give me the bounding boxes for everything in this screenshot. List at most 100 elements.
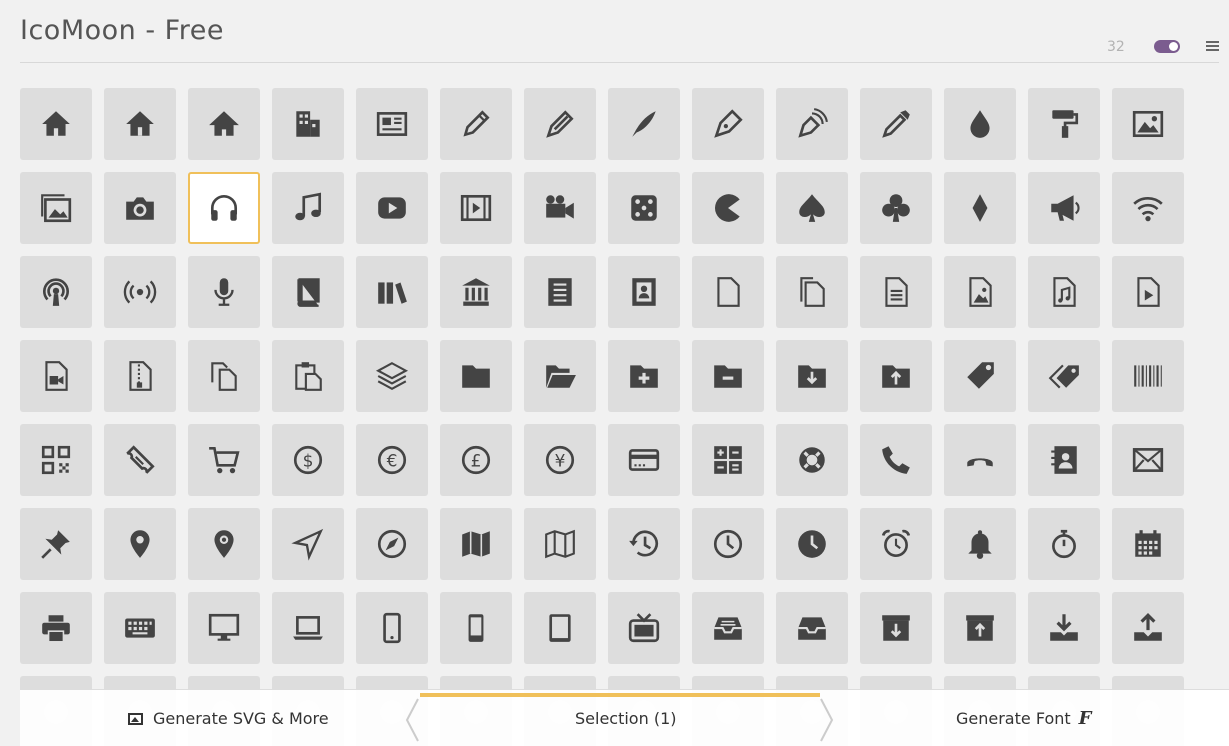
- icon-tile-cart[interactable]: [188, 424, 260, 496]
- icon-tile-eyedropper[interactable]: [860, 88, 932, 160]
- icon-tile-envelop[interactable]: [1112, 424, 1184, 496]
- icon-tile-home[interactable]: [20, 88, 92, 160]
- icon-tile-paste[interactable]: [272, 340, 344, 412]
- icon-tile-bullhorn[interactable]: [1028, 172, 1100, 244]
- generate-font-button[interactable]: Generate Font F: [956, 690, 1091, 746]
- icon-tile-book[interactable]: [272, 256, 344, 328]
- icon-tile-display[interactable]: [188, 592, 260, 664]
- icon-tile-coin-yen[interactable]: ¥: [524, 424, 596, 496]
- icon-tile-clock[interactable]: [692, 508, 764, 580]
- icon-tile-music[interactable]: [272, 172, 344, 244]
- icon-tile-home2[interactable]: [104, 88, 176, 160]
- icon-tile-connection[interactable]: [1112, 172, 1184, 244]
- icon-tile-ticket[interactable]: [104, 424, 176, 496]
- icon-tile-phone-hang-up[interactable]: [944, 424, 1016, 496]
- set-menu-icon[interactable]: [1206, 41, 1219, 51]
- icon-tile-play[interactable]: [356, 172, 428, 244]
- set-title[interactable]: IcoMoon - Free: [20, 15, 224, 46]
- icon-tile-download[interactable]: [1028, 592, 1100, 664]
- icon-tile-price-tags[interactable]: [1028, 340, 1100, 412]
- icon-tile-clubs[interactable]: [860, 172, 932, 244]
- icon-tile-mobile[interactable]: [356, 592, 428, 664]
- icon-tile-folder-open[interactable]: [524, 340, 596, 412]
- icon-tile-calculator[interactable]: [692, 424, 764, 496]
- icon-tile-blog[interactable]: [776, 88, 848, 160]
- icon-tile-copy[interactable]: [188, 340, 260, 412]
- icon-tile-drawer[interactable]: [692, 592, 764, 664]
- icon-tile-qrcode[interactable]: [20, 424, 92, 496]
- icon-tile-coin-dollar[interactable]: $: [272, 424, 344, 496]
- icon-tile-file-text[interactable]: [524, 256, 596, 328]
- icon-tile-clock2[interactable]: [776, 508, 848, 580]
- icon-tile-pushpin[interactable]: [20, 508, 92, 580]
- icon-tile-film[interactable]: [440, 172, 512, 244]
- icon-tile-mic[interactable]: [188, 256, 260, 328]
- icon-tile-coin-pound[interactable]: £: [440, 424, 512, 496]
- icon-tile-bell[interactable]: [944, 508, 1016, 580]
- icon-tile-pacman[interactable]: [692, 172, 764, 244]
- icon-tile-folder-upload[interactable]: [860, 340, 932, 412]
- icon-tile-drawer2[interactable]: [776, 592, 848, 664]
- icon-tile-printer[interactable]: [20, 592, 92, 664]
- icon-tile-upload[interactable]: [1112, 592, 1184, 664]
- icon-tile-home3[interactable]: [188, 88, 260, 160]
- icon-tile-feed[interactable]: [104, 256, 176, 328]
- icon-tile-spades[interactable]: [776, 172, 848, 244]
- icon-tile-file-play[interactable]: [1112, 256, 1184, 328]
- icon-tile-file-zip[interactable]: [104, 340, 176, 412]
- icon-tile-profile[interactable]: [608, 256, 680, 328]
- icon-tile-quill[interactable]: [608, 88, 680, 160]
- icon-tile-credit-card[interactable]: [608, 424, 680, 496]
- icon-tile-images[interactable]: [20, 172, 92, 244]
- icon-tile-pencil[interactable]: [440, 88, 512, 160]
- icon-tile-alarm[interactable]: [860, 508, 932, 580]
- icon-tile-calendar[interactable]: [1112, 508, 1184, 580]
- icon-tile-diamonds[interactable]: [944, 172, 1016, 244]
- icon-tile-compass2[interactable]: [356, 508, 428, 580]
- icon-tile-address-book[interactable]: [1028, 424, 1100, 496]
- icon-tile-file-text2[interactable]: [860, 256, 932, 328]
- icon-tile-stack[interactable]: [356, 340, 428, 412]
- icon-tile-coin-euro[interactable]: €: [356, 424, 428, 496]
- icon-tile-map2[interactable]: [524, 508, 596, 580]
- grid-size-toggle[interactable]: [1154, 40, 1180, 53]
- icon-tile-keyboard[interactable]: [104, 592, 176, 664]
- icon-tile-paint-format[interactable]: [1028, 88, 1100, 160]
- generate-svg-button[interactable]: Generate SVG & More: [128, 690, 329, 746]
- icon-tile-mobile2[interactable]: [440, 592, 512, 664]
- icon-tile-history[interactable]: [608, 508, 680, 580]
- icon-tile-phone[interactable]: [860, 424, 932, 496]
- icon-tile-file-video[interactable]: [20, 340, 92, 412]
- icon-tile-file-music[interactable]: [1028, 256, 1100, 328]
- icon-tile-stopwatch[interactable]: [1028, 508, 1100, 580]
- icon-tile-podcast[interactable]: [20, 256, 92, 328]
- icon-tile-barcode[interactable]: [1112, 340, 1184, 412]
- icon-tile-folder-minus[interactable]: [692, 340, 764, 412]
- icon-tile-image[interactable]: [1112, 88, 1184, 160]
- icon-tile-folder[interactable]: [440, 340, 512, 412]
- icon-tile-files-empty[interactable]: [776, 256, 848, 328]
- icon-tile-books[interactable]: [356, 256, 428, 328]
- icon-tile-dice[interactable]: [608, 172, 680, 244]
- icon-tile-location2[interactable]: [188, 508, 260, 580]
- icon-tile-droplet[interactable]: [944, 88, 1016, 160]
- icon-tile-folder-plus[interactable]: [608, 340, 680, 412]
- icon-tile-price-tag[interactable]: [944, 340, 1016, 412]
- icon-tile-video-camera[interactable]: [524, 172, 596, 244]
- icon-tile-library[interactable]: [440, 256, 512, 328]
- icon-tile-map[interactable]: [440, 508, 512, 580]
- icon-tile-newspaper[interactable]: [356, 88, 428, 160]
- icon-tile-file-picture[interactable]: [944, 256, 1016, 328]
- icon-tile-tablet[interactable]: [524, 592, 596, 664]
- icon-tile-folder-download[interactable]: [776, 340, 848, 412]
- icon-tile-box-remove[interactable]: [944, 592, 1016, 664]
- icon-tile-laptop[interactable]: [272, 592, 344, 664]
- icon-tile-office[interactable]: [272, 88, 344, 160]
- icon-tile-lifebuoy[interactable]: [776, 424, 848, 496]
- icon-tile-tv[interactable]: [608, 592, 680, 664]
- icon-tile-pen[interactable]: [692, 88, 764, 160]
- icon-tile-box-add[interactable]: [860, 592, 932, 664]
- icon-tile-headphones[interactable]: [188, 172, 260, 244]
- icon-tile-camera[interactable]: [104, 172, 176, 244]
- icon-tile-pencil2[interactable]: [524, 88, 596, 160]
